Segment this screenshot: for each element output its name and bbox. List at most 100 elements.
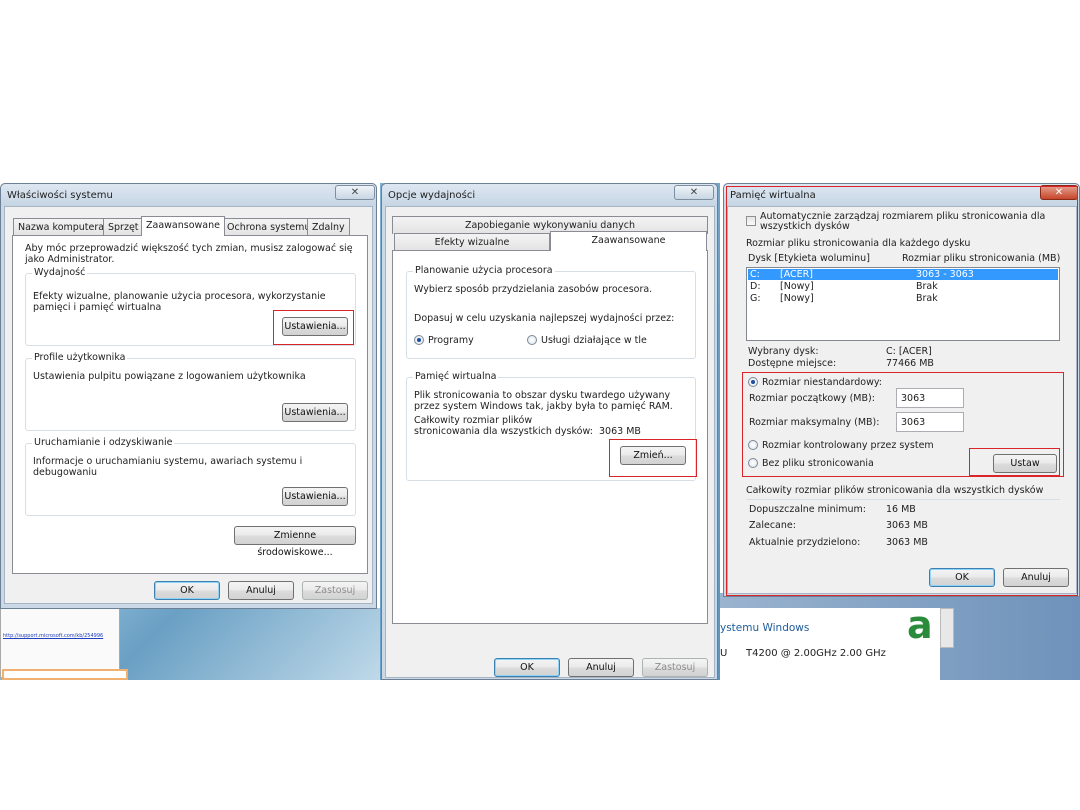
system-managed-radio[interactable] [748,440,758,450]
cpu-scheduling-label: Planowanie użycia procesora [413,265,555,276]
drive-list[interactable]: C: [ACER] 3063 - 3063 D: [Nowy] Brak G: … [746,267,1060,341]
background-document: http://support.microsoft.com/kb/254996 [0,608,120,678]
user-profiles-settings-button[interactable]: Ustawienia... [282,403,348,422]
drive-column-header: Dysk [Etykieta woluminu] [748,253,870,264]
ok-button-virtual-memory[interactable]: OK [929,568,995,587]
tab-visual-effects[interactable]: Efekty wizualne [394,233,550,251]
user-profiles-group-label: Profile użytkownika [32,352,128,363]
background-taskbar-item [2,669,128,680]
drive-label: [Nowy] [780,281,814,292]
drive-row-c[interactable]: C: [ACER] 3063 - 3063 [748,269,1058,280]
recommended-value: 3063 MB [886,520,928,531]
set-button-highlight [969,448,1060,476]
virtual-memory-content: Automatycznie zarządzaj rozmiarem pliku … [723,183,1080,597]
tab-system-protection[interactable]: Ochrona systemu [222,218,316,236]
startup-recovery-group: Uruchamianie i odzyskiwanie Informacje o… [25,437,356,516]
apply-button[interactable]: Zastosuj [302,581,368,600]
drive-label: [ACER] [780,269,813,280]
max-size-input[interactable]: 3063 [896,412,964,432]
auto-manage-checkbox[interactable] [746,216,756,226]
performance-options-close-button[interactable]: ✕ [674,185,714,200]
background-document-link[interactable]: http://support.microsoft.com/kb/254996 [3,633,103,639]
environment-variables-button[interactable]: Zmienne środowiskowe... [234,526,356,558]
cancel-button-virtual-memory[interactable]: Anuluj [1003,568,1069,587]
performance-advanced-panel: Planowanie użycia procesora Wybierz spos… [392,250,708,624]
custom-size-radio[interactable] [748,377,758,387]
drive-letter: C: [750,269,760,280]
minimum-value: 16 MB [886,504,916,515]
custom-size-label[interactable]: Rozmiar niestandardowy: [762,377,882,388]
screenshot-strip: http://support.microsoft.com/kb/254996 y… [0,183,1080,680]
startup-recovery-group-label: Uruchamianie i odzyskiwanie [32,437,175,448]
performance-settings-highlight [273,310,354,345]
performance-options-window: Opcje wydajności ✕ Zapobieganie wykonywa… [381,183,718,680]
background-system-windows-text: ystemu Windows [720,622,810,634]
ok-button-performance[interactable]: OK [494,658,560,677]
initial-size-label: Rozmiar początkowy (MB): [749,393,875,404]
free-space-value: 77466 MB [886,358,934,369]
startup-recovery-desc: Informacje o uruchamianiu systemu, awari… [33,456,303,478]
acer-logo: a [907,603,933,647]
background-system-window: ystemu Windows T4200 @ 2.00GHz 2.00 GHz … [720,603,940,680]
currently-allocated-value: 3063 MB [886,537,928,548]
total-section-separator [746,499,1060,500]
per-drive-section-label: Rozmiar pliku stronicowania dla każdego … [746,238,971,249]
ok-button[interactable]: OK [154,581,220,600]
background-services-radio-label[interactable]: Usługi działające w tle [541,335,647,346]
virtual-memory-label: Pamięć wirtualna [413,371,499,382]
cpu-scheduling-group: Planowanie użycia procesora Wybierz spos… [406,265,696,359]
drive-size: Brak [916,281,938,292]
recommended-label: Zalecane: [749,520,796,531]
cancel-button[interactable]: Anuluj [228,581,294,600]
performance-group-label: Wydajność [32,267,88,278]
drive-row-d[interactable]: D: [Nowy] Brak [748,281,1058,292]
free-space-label: Dostępne miejsce: [748,358,837,369]
size-column-header: Rozmiar pliku stronicowania (MB) [902,253,1061,264]
cpu-scheduling-desc: Wybierz sposób przydzielania zasobów pro… [414,284,653,295]
tab-advanced-performance[interactable]: Zaawansowane [550,231,707,251]
initial-size-input[interactable]: 3063 [896,388,964,408]
paging-total-value: 3063 MB [599,426,641,437]
advanced-tab-panel: Aby móc przeprowadzić większość tych zmi… [12,235,368,574]
programs-radio[interactable] [414,335,424,345]
drive-row-g[interactable]: G: [Nowy] Brak [748,293,1058,304]
drive-label: [Nowy] [780,293,814,304]
user-profiles-group: Profile użytkownika Ustawienia pulpitu p… [25,352,356,431]
user-profiles-desc: Ustawienia pulpitu powiązane z logowanie… [33,371,306,382]
virtual-memory-desc: Plik stronicowania to obszar dysku tward… [414,390,673,412]
drive-size: Brak [916,293,938,304]
cpu-adjust-text: Dopasuj w celu uzyskania najlepszej wyda… [414,313,675,324]
cancel-button-performance[interactable]: Anuluj [568,658,634,677]
system-managed-label[interactable]: Rozmiar kontrolowany przez system [762,440,934,451]
minimum-label: Dopuszczalne minimum: [749,504,866,515]
change-button-highlight [609,439,697,477]
no-paging-file-radio[interactable] [748,458,758,468]
background-scrollbar[interactable] [940,608,954,648]
tab-hardware[interactable]: Sprzęt [103,218,144,236]
currently-allocated-label: Aktualnie przydzielono: [749,537,861,548]
system-properties-title: Właściwości systemu [7,190,113,201]
total-section-label: Całkowity rozmiar plików stronicowania d… [746,485,1044,496]
apply-button-performance[interactable]: Zastosuj [642,658,708,677]
system-properties-window: Właściwości systemu ✕ Nazwa komputera Sp… [0,183,377,609]
background-cpu-info: T4200 @ 2.00GHz 2.00 GHz [746,648,886,659]
paging-total-label: Całkowity rozmiar plików stronicowania d… [414,415,593,437]
startup-recovery-settings-button[interactable]: Ustawienia... [282,487,348,506]
drive-letter: D: [750,281,761,292]
selected-drive-value: C: [ACER] [886,346,932,357]
drive-size: 3063 - 3063 [916,269,974,280]
system-properties-close-button[interactable]: ✕ [335,185,375,200]
no-paging-file-label[interactable]: Bez pliku stronicowania [762,458,874,469]
tab-advanced[interactable]: Zaawansowane [141,216,225,236]
admin-note: Aby móc przeprowadzić większość tych zmi… [25,243,353,265]
background-u-letter: U [720,648,728,659]
programs-radio-label[interactable]: Programy [428,335,474,346]
background-services-radio[interactable] [527,335,537,345]
auto-manage-label[interactable]: Automatycznie zarządzaj rozmiarem pliku … [760,212,1070,232]
drive-letter: G: [750,293,761,304]
performance-options-title: Opcje wydajności [388,190,476,201]
close-icon: ✕ [689,187,699,198]
close-icon: ✕ [350,187,360,198]
tab-remote[interactable]: Zdalny [307,218,350,236]
tab-computer-name[interactable]: Nazwa komputera [13,218,110,236]
